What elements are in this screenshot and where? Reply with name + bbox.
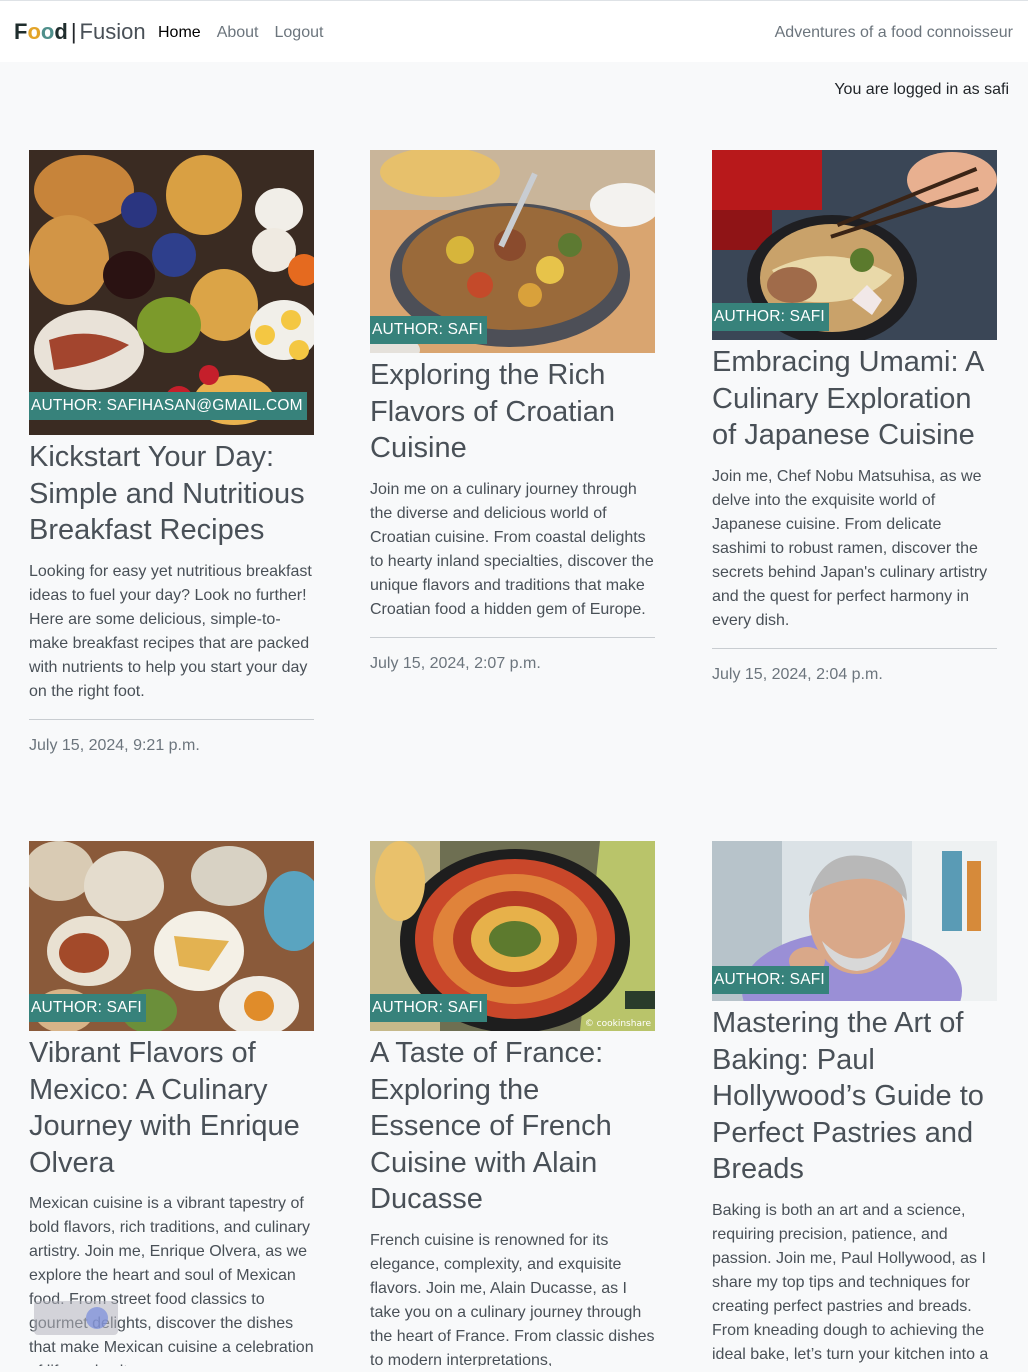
post-card[interactable]: AUTHOR: SAFIHASAN@GMAIL.COM Kickstart Yo… [29, 150, 314, 756]
author-badge: AUTHOR: SAFI [370, 994, 487, 1022]
brand-fusion: Fusion [79, 19, 146, 44]
post-card[interactable]: AUTHOR: SAFI Embracing Umami: A Culinary… [712, 150, 997, 685]
post-title[interactable]: Kickstart Your Day: Simple and Nutritiou… [29, 439, 314, 549]
post-title[interactable]: Vibrant Flavors of Mexico: A Culinary Jo… [29, 1035, 314, 1181]
author-badge: AUTHOR: SAFI [29, 994, 146, 1022]
site-tagline: Adventures of a food connoisseur [774, 24, 1013, 41]
brand-food: Food [14, 19, 68, 44]
author-badge: AUTHOR: SAFI [370, 316, 487, 344]
post-title[interactable]: A Taste of France: Exploring the Essence… [370, 1035, 655, 1218]
divider [29, 718, 314, 720]
nav-logout-link[interactable]: Logout [275, 23, 324, 43]
post-card[interactable]: AUTHOR: SAFI Exploring the Rich Flavors … [370, 150, 655, 674]
image-credit: © cookinshare [584, 1019, 651, 1029]
author-badge: AUTHOR: SAFI [712, 966, 829, 994]
divider [712, 647, 997, 649]
post-excerpt: Mexican cuisine is a vibrant tapestry of… [29, 1195, 314, 1372]
navbar: Food | Fusion Home About Logout Adventures… [0, 0, 1028, 62]
author-badge: AUTHOR: SAFI [712, 303, 829, 331]
nav-links: Home About Logout [150, 23, 331, 43]
post-title[interactable]: Mastering the Art of Baking: Paul Hollyw… [712, 1005, 997, 1188]
logged-in-status: You are logged in as safi [834, 81, 1009, 98]
author-badge: AUTHOR: SAFIHASAN@GMAIL.COM [29, 392, 307, 420]
post-title[interactable]: Exploring the Rich Flavors of Croatian C… [370, 357, 655, 467]
page-fold [0, 1366, 1028, 1372]
post-image[interactable]: AUTHOR: SAFI [712, 150, 997, 340]
post-card[interactable]: AUTHOR: SAFI Mastering the Art of Baking… [712, 841, 997, 1367]
post-image[interactable]: AUTHOR: SAFI [370, 150, 655, 353]
post-excerpt: French cuisine is renowned for its elega… [370, 1231, 655, 1369]
brand-separator: | [70, 19, 77, 44]
post-date: July 15, 2024, 9:21 p.m. [29, 736, 200, 754]
brand-logo[interactable]: Food | Fusion [14, 19, 146, 45]
post-excerpt: Baking is both an art and a science, req… [712, 1201, 989, 1363]
widget-icon [86, 1307, 108, 1329]
nav-about-link[interactable]: About [217, 23, 259, 43]
post-date: July 15, 2024, 2:07 p.m. [370, 654, 541, 672]
post-excerpt: Join me, Chef Nobu Matsuhisa, as we delv… [712, 467, 988, 629]
divider [370, 636, 655, 638]
post-card[interactable]: AUTHOR: SAFI © cookinshare A Taste of Fr… [370, 841, 655, 1372]
post-image[interactable]: AUTHOR: SAFI [29, 841, 314, 1031]
post-image[interactable]: AUTHOR: SAFI © cookinshare [370, 841, 655, 1031]
post-excerpt: Looking for easy yet nutritious breakfas… [29, 562, 312, 700]
floating-widget[interactable] [34, 1301, 118, 1335]
post-image[interactable]: AUTHOR: SAFIHASAN@GMAIL.COM [29, 150, 314, 435]
post-card[interactable]: AUTHOR: SAFI Vibrant Flavors of Mexico: … [29, 841, 314, 1372]
post-date: July 15, 2024, 2:04 p.m. [712, 665, 883, 683]
post-excerpt: Join me on a culinary journey through th… [370, 480, 654, 618]
nav-home-link[interactable]: Home [158, 23, 201, 43]
post-title[interactable]: Embracing Umami: A Culinary Exploration … [712, 344, 997, 454]
post-image[interactable]: AUTHOR: SAFI [712, 841, 997, 1001]
